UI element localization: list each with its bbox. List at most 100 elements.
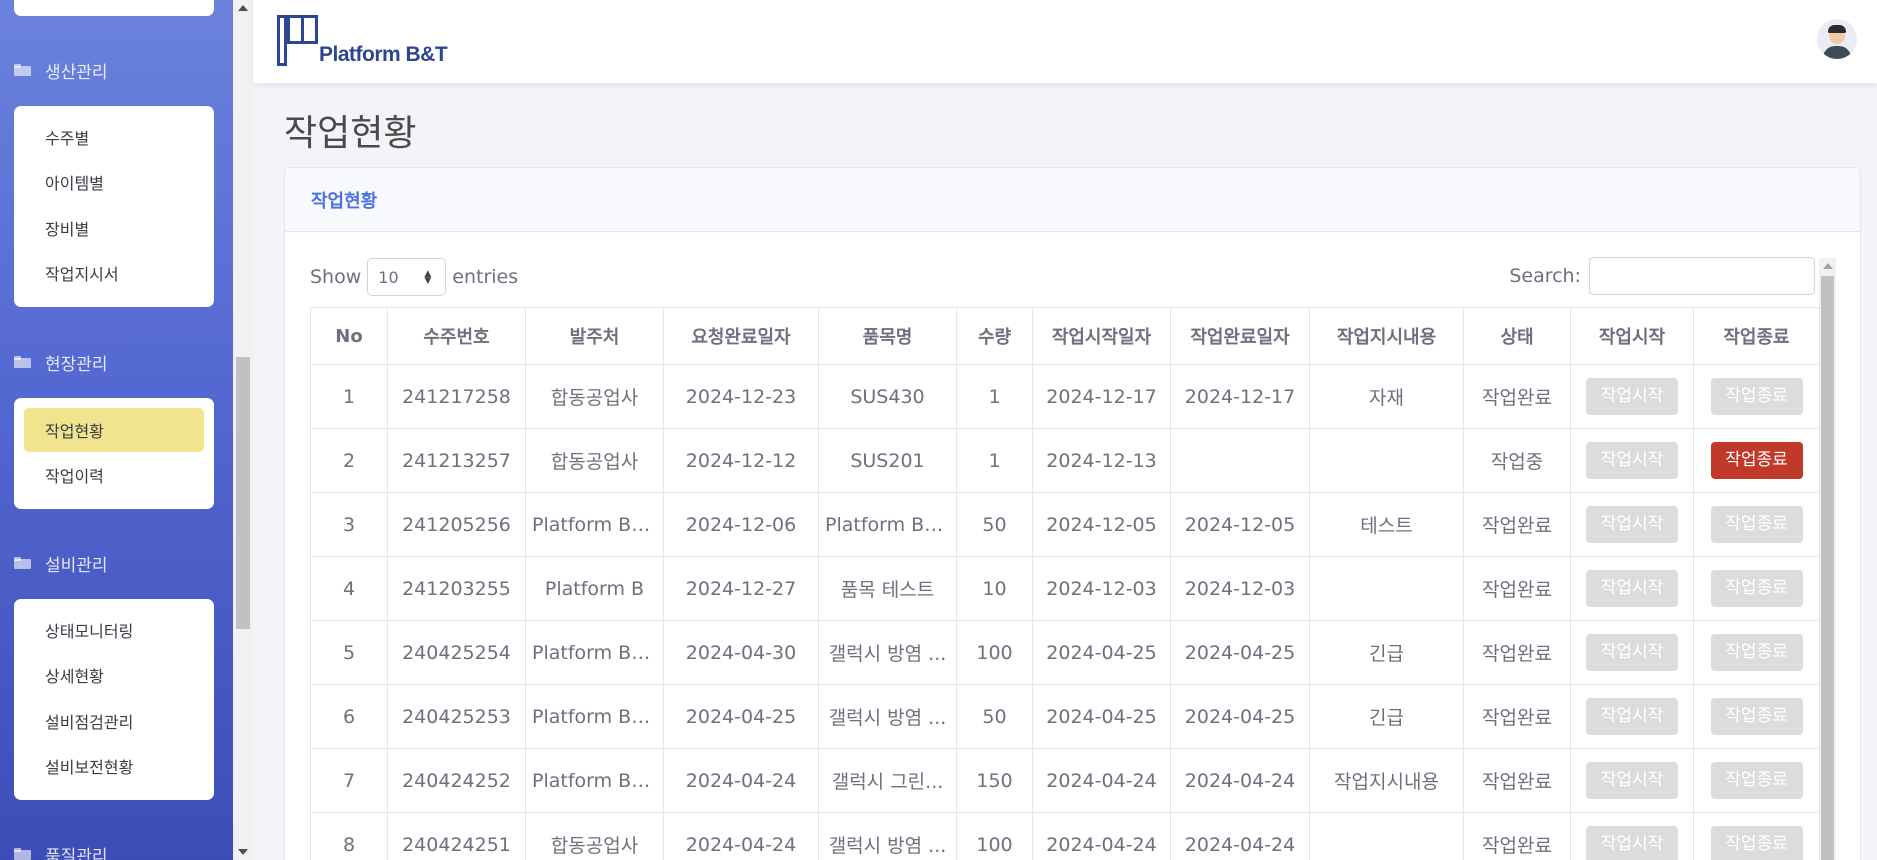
work-status-table: No 수주번호 발주처 요청완료일자 품목명 수량 작업시작일자 작업완료일자 …: [310, 307, 1820, 860]
column-header-status[interactable]: 상태: [1463, 307, 1571, 365]
cell-end-date: 2024-12-05: [1170, 492, 1310, 557]
work-end-button-cell: 작업종료: [1693, 428, 1820, 493]
scroll-up-arrow-icon[interactable]: [1823, 263, 1833, 269]
sidebar: 생산관리 수주별 아이템별 장비별 작업지시서 현장관리 작업현황 작업이력 설…: [0, 0, 233, 860]
table-row[interactable]: 2 241213257 합동공업사 2024-12-12 SUS201 1 2024-12-…: [310, 428, 1820, 493]
table-row[interactable]: 8 240424251 합동공업사 2024-04-24 갤럭시 방염 ... 100 20…: [310, 812, 1820, 860]
sidebar-section-production[interactable]: 생산관리: [14, 58, 108, 83]
sidebar-item-work-order[interactable]: 작업지시서: [24, 251, 204, 295]
user-avatar-icon[interactable]: [1817, 19, 1857, 59]
column-header-start-date[interactable]: 작업시작일자: [1032, 307, 1171, 365]
work-start-button[interactable]: 작업시작: [1586, 442, 1678, 479]
table-row[interactable]: 1 241217258 합동공업사 2024-12-23 SUS430 1 2024-12-…: [310, 364, 1820, 429]
work-start-button[interactable]: 작업시작: [1586, 698, 1678, 735]
work-end-button[interactable]: 작업종료: [1710, 506, 1803, 543]
sidebar-section-field[interactable]: 현장관리: [14, 350, 108, 375]
work-end-button[interactable]: 작업종료: [1710, 826, 1803, 860]
sidebar-item-status-monitoring[interactable]: 상태모니터링: [24, 608, 204, 652]
topbar: Platform B&T: [253, 0, 1877, 83]
logo-mark: [277, 15, 287, 66]
table-scrollbar-thumb[interactable]: [1821, 276, 1834, 860]
column-header-order-no[interactable]: 수주번호: [387, 307, 526, 365]
sidebar-item-detail-status[interactable]: 상세현황: [24, 653, 204, 697]
cell-status: 작업완료: [1463, 748, 1571, 813]
cell-order-no: 240425254: [387, 620, 526, 685]
work-end-button-cell: 작업종료: [1693, 364, 1820, 429]
column-header-quantity[interactable]: 수량: [956, 307, 1033, 365]
cell-status: 작업중: [1463, 428, 1571, 493]
cell-client: Platform B&T: [525, 748, 664, 813]
work-status-card: 작업현황 Show 10 ▲ ▼ entries Search: No 수주번호 …: [284, 167, 1861, 860]
scroll-down-arrow-icon[interactable]: [238, 849, 248, 855]
cell-due-date: 2024-04-25: [663, 684, 819, 749]
avatar-hair: [1828, 25, 1846, 33]
column-header-client[interactable]: 발주처: [525, 307, 664, 365]
sidebar-scrollbar[interactable]: [233, 0, 253, 860]
sidebar-card-production: 수주별 아이템별 장비별 작업지시서: [14, 106, 214, 307]
sidebar-item-maintenance[interactable]: 설비보전현황: [24, 744, 204, 788]
logo[interactable]: Platform B&T: [277, 13, 457, 69]
cell-start-date: 2024-04-24: [1032, 748, 1171, 813]
search-input[interactable]: [1589, 257, 1815, 295]
work-end-button[interactable]: 작업종료: [1710, 634, 1803, 671]
cell-quantity: 100: [956, 812, 1033, 860]
folder-icon: [14, 356, 31, 368]
work-start-button[interactable]: 작업시작: [1586, 762, 1678, 799]
work-end-button[interactable]: 작업종료: [1710, 442, 1803, 479]
column-header-instruction[interactable]: 작업지시내용: [1309, 307, 1464, 365]
entries-select[interactable]: 10 ▲ ▼: [367, 258, 447, 296]
cell-status: 작업완료: [1463, 492, 1571, 557]
work-start-button[interactable]: 작업시작: [1586, 506, 1678, 543]
table-row[interactable]: 6 240425253 Platform B&T 2024-04-25 갤럭시 방염 .…: [310, 684, 1820, 749]
sidebar-item-inspection[interactable]: 설비점검관리: [24, 699, 204, 743]
work-end-button[interactable]: 작업종료: [1710, 698, 1803, 735]
sidebar-item-by-equipment[interactable]: 장비별: [24, 206, 204, 250]
column-header-work-end[interactable]: 작업종료: [1693, 307, 1820, 365]
table-row[interactable]: 3 241205256 Platform B&T 2024-12-06 Platform…: [310, 492, 1820, 557]
table-row[interactable]: 5 240425254 Platform B&T 2024-04-30 갤럭시 방염 .…: [310, 620, 1820, 685]
cell-item-name: 품목 테스트: [818, 556, 957, 621]
cell-end-date: 2024-04-24: [1170, 812, 1310, 860]
work-start-button-cell: 작업시작: [1570, 428, 1694, 493]
sidebar-section-equipment[interactable]: 설비관리: [14, 551, 108, 576]
cell-client: 합동공업사: [525, 364, 664, 429]
sidebar-item-by-item[interactable]: 아이템별: [24, 160, 204, 204]
work-start-button[interactable]: 작업시작: [1586, 826, 1678, 860]
sidebar-item-work-history[interactable]: 작업이력: [24, 453, 204, 497]
cell-start-date: 2024-04-25: [1032, 620, 1171, 685]
column-header-work-start[interactable]: 작업시작: [1570, 307, 1694, 365]
column-header-due-date[interactable]: 요청완료일자: [663, 307, 819, 365]
cell-start-date: 2024-12-13: [1032, 428, 1171, 493]
folder-icon: [14, 557, 31, 569]
entries-length-control: Show 10 ▲ ▼ entries: [310, 258, 518, 296]
scrollbar-thumb[interactable]: [236, 357, 250, 629]
cell-no: 2: [310, 428, 388, 493]
table-row[interactable]: 4 241203255 Platform B 2024-12-27 품목 테스트 10 20…: [310, 556, 1820, 621]
cell-end-date: 2024-04-24: [1170, 748, 1310, 813]
table-scrollbar[interactable]: [1819, 258, 1836, 860]
sidebar-section-quality[interactable]: 품질관리: [14, 842, 108, 860]
work-end-button[interactable]: 작업종료: [1710, 378, 1803, 415]
column-header-end-date[interactable]: 작업완료일자: [1170, 307, 1310, 365]
page-title: 작업현황: [284, 113, 417, 154]
cell-instruction: 긴급: [1309, 684, 1464, 749]
work-end-button[interactable]: 작업종료: [1710, 570, 1803, 607]
work-end-button[interactable]: 작업종료: [1710, 762, 1803, 799]
sidebar-item-work-status[interactable]: 작업현황: [24, 408, 204, 452]
sidebar-item-by-order[interactable]: 수주별: [24, 115, 204, 159]
scroll-up-arrow-icon[interactable]: [238, 5, 248, 11]
cell-instruction: [1309, 556, 1464, 621]
work-start-button[interactable]: 작업시작: [1586, 570, 1678, 607]
work-end-button-cell: 작업종료: [1693, 748, 1820, 813]
cell-end-date: 2024-12-03: [1170, 556, 1310, 621]
entries-select-value: 10: [378, 267, 399, 287]
column-header-item-name[interactable]: 품목명: [818, 307, 957, 365]
cell-status: 작업완료: [1463, 556, 1571, 621]
work-start-button[interactable]: 작업시작: [1586, 378, 1678, 415]
table-row[interactable]: 7 240424252 Platform B&T 2024-04-24 갤럭시 그린..…: [310, 748, 1820, 813]
table-header-row: No 수주번호 발주처 요청완료일자 품목명 수량 작업시작일자 작업완료일자 …: [310, 307, 1820, 365]
cell-no: 3: [310, 492, 388, 557]
cell-quantity: 10: [956, 556, 1033, 621]
column-header-no[interactable]: No: [310, 307, 388, 365]
work-start-button[interactable]: 작업시작: [1586, 634, 1678, 671]
